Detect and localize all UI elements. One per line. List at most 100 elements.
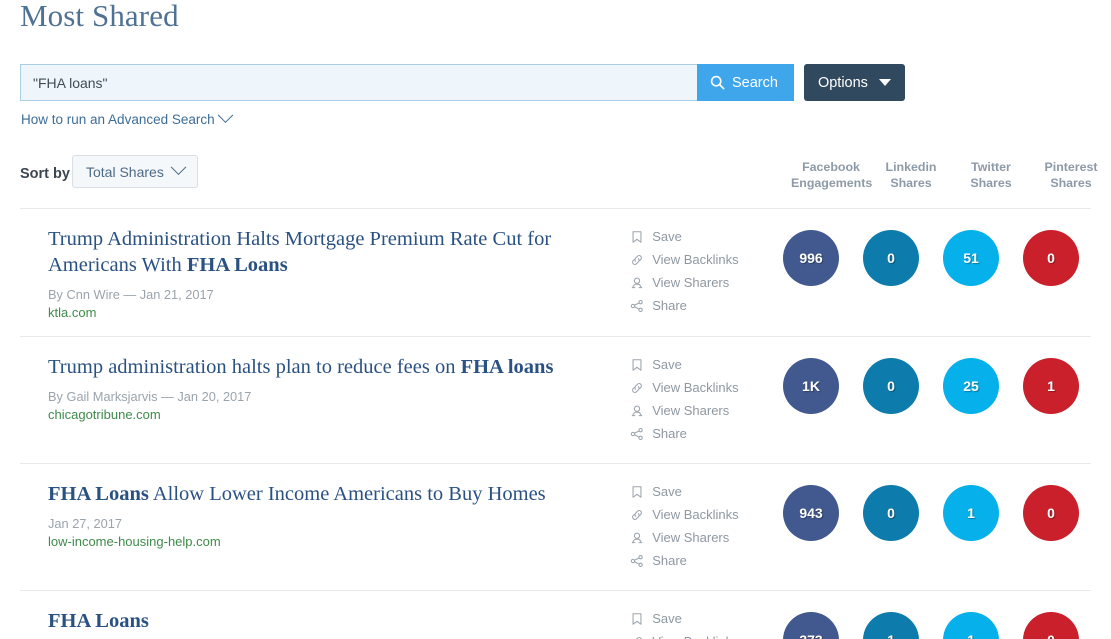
result-title[interactable]: FHA Loans Allow Lower Income Americans t…	[48, 481, 622, 507]
metric-cell-facebook: 943	[771, 485, 851, 541]
metric-bubble-facebook[interactable]: 1K	[783, 358, 839, 414]
chevron-down-icon	[170, 159, 187, 176]
result-byline: Jan 27, 2017	[48, 516, 123, 531]
action-view-backlinks[interactable]: View Backlinks	[630, 378, 771, 398]
column-header-line1: Linkedin	[885, 160, 937, 174]
action-label: Save	[652, 611, 682, 626]
action-save[interactable]: Save	[630, 227, 771, 247]
advanced-search-link[interactable]: How to run an Advanced Search	[21, 107, 233, 127]
column-header-linkedin: Linkedin Shares	[871, 159, 951, 191]
metric-bubble-facebook[interactable]: 373	[783, 612, 839, 639]
result-title-highlight: FHA Loans	[48, 610, 149, 632]
sort-by-select[interactable]: Total Shares	[72, 155, 198, 188]
column-header-line1: Facebook	[802, 160, 860, 174]
result-metrics: 996 0 51 0	[771, 226, 1091, 286]
action-label: View Backlinks	[652, 632, 738, 639]
bookmark-icon	[630, 358, 644, 372]
action-save[interactable]: Save	[630, 609, 771, 629]
action-share[interactable]: Share	[630, 424, 771, 444]
metric-bubble-linkedin[interactable]: 1	[863, 612, 919, 639]
sort-by-value: Total Shares	[86, 163, 164, 180]
action-view-backlinks[interactable]: View Backlinks	[630, 505, 771, 525]
metric-bubble-twitter[interactable]: 25	[943, 358, 999, 414]
action-label: View Sharers	[652, 275, 730, 290]
column-header-line1: Twitter	[971, 160, 1011, 174]
person-icon	[630, 531, 644, 545]
result-title[interactable]: FHA Loans	[48, 608, 622, 634]
sort-by-label: Sort by	[20, 166, 70, 182]
action-label: Save	[652, 357, 682, 372]
result-actions: SaveView BacklinksView SharersShare	[622, 608, 771, 639]
person-icon	[630, 276, 644, 290]
action-label: Share	[652, 553, 687, 568]
action-save[interactable]: Save	[630, 355, 771, 375]
bookmark-icon	[630, 485, 644, 499]
metric-bubble-facebook[interactable]: 996	[783, 230, 839, 286]
metric-bubble-pinterest[interactable]: 0	[1023, 612, 1079, 639]
sort-bar: Sort by Total Shares Facebook Engagements…	[0, 155, 1111, 208]
result-row: FHA Loans Allow Lower Income Americans t…	[20, 463, 1091, 590]
metric-column-headers: Facebook Engagements Linkedin Shares Twitter…	[791, 159, 1111, 191]
options-button[interactable]: Options	[803, 64, 905, 101]
result-main: FHA LoansJan 10, 2017easttexaslending.co…	[20, 608, 622, 639]
column-header-line2: Shares	[1050, 176, 1092, 190]
result-title[interactable]: Trump administration halts plan to reduc…	[48, 354, 622, 380]
metric-cell-facebook: 996	[771, 230, 851, 286]
action-label: Share	[652, 426, 687, 441]
result-title-pre: Trump administration halts plan to reduc…	[48, 356, 461, 378]
metric-cell-pinterest: 0	[1011, 485, 1091, 541]
chevron-down-icon	[217, 107, 233, 124]
action-view-sharers[interactable]: View Sharers	[630, 273, 771, 293]
search-input[interactable]	[20, 64, 697, 101]
result-domain[interactable]: chicagotribune.com	[48, 407, 622, 422]
result-row: Trump Administration Halts Mortgage Prem…	[20, 208, 1091, 336]
result-actions: Save View Backlinks View Sharers Share	[622, 226, 771, 319]
action-save[interactable]: Save	[630, 482, 771, 502]
column-header-line2: Shares	[890, 176, 932, 190]
search-icon	[710, 75, 725, 90]
metric-bubble-pinterest[interactable]: 0	[1023, 230, 1079, 286]
metric-bubble-twitter[interactable]: 51	[943, 230, 999, 286]
share-nodes-icon	[630, 554, 644, 568]
result-domain[interactable]: low-income-housing-help.com	[48, 534, 622, 549]
metric-bubble-pinterest[interactable]: 1	[1023, 358, 1079, 414]
column-header-line1: Pinterest	[1044, 160, 1098, 174]
result-actions: Save View Backlinks View Sharers Share	[622, 481, 771, 574]
result-main: FHA Loans Allow Lower Income Americans t…	[20, 481, 622, 549]
link-icon	[630, 381, 644, 395]
advanced-search-label: How to run an Advanced Search	[21, 112, 215, 127]
result-title-pre: Trump Administration Halts Mortgage Prem…	[48, 228, 552, 276]
metric-bubble-pinterest[interactable]: 0	[1023, 485, 1079, 541]
result-actions: Save View Backlinks View Sharers Share	[622, 354, 771, 447]
result-metrics: 943 0 1 0	[771, 481, 1091, 541]
result-title[interactable]: Trump Administration Halts Mortgage Prem…	[48, 226, 622, 278]
metric-bubble-facebook[interactable]: 943	[783, 485, 839, 541]
share-nodes-icon	[630, 427, 644, 441]
most-shared-page: Most Shared Search Options How to run an…	[0, 0, 1111, 639]
action-share[interactable]: Share	[630, 296, 771, 316]
metric-bubble-twitter[interactable]: 1	[943, 612, 999, 639]
action-view-sharers[interactable]: View Sharers	[630, 528, 771, 548]
action-label: View Backlinks	[652, 380, 739, 395]
result-byline: By Gail Marksjarvis — Jan 20, 2017	[48, 389, 252, 404]
metric-bubble-linkedin[interactable]: 0	[863, 358, 919, 414]
result-domain[interactable]: ktla.com	[48, 305, 622, 320]
action-share[interactable]: Share	[630, 551, 771, 571]
chevron-down-icon	[878, 79, 891, 86]
action-view-backlinks[interactable]: View Backlinks	[630, 632, 771, 639]
metric-cell-twitter: 51	[931, 230, 1011, 286]
column-header-line2: Engagements	[791, 176, 873, 190]
metric-cell-linkedin: 1	[851, 612, 931, 639]
page-title: Most Shared	[20, 0, 179, 33]
search-button[interactable]: Search	[697, 64, 794, 101]
metric-bubble-linkedin[interactable]: 0	[863, 230, 919, 286]
metric-cell-linkedin: 0	[851, 358, 931, 414]
action-view-backlinks[interactable]: View Backlinks	[630, 250, 771, 270]
action-label: View Backlinks	[652, 252, 739, 267]
metric-bubble-twitter[interactable]: 1	[943, 485, 999, 541]
options-button-label: Options	[817, 74, 868, 91]
result-byline: By Cnn Wire — Jan 21, 2017	[48, 287, 214, 302]
result-row: FHA LoansJan 10, 2017easttexaslending.co…	[20, 590, 1091, 639]
action-view-sharers[interactable]: View Sharers	[630, 401, 771, 421]
metric-bubble-linkedin[interactable]: 0	[863, 485, 919, 541]
